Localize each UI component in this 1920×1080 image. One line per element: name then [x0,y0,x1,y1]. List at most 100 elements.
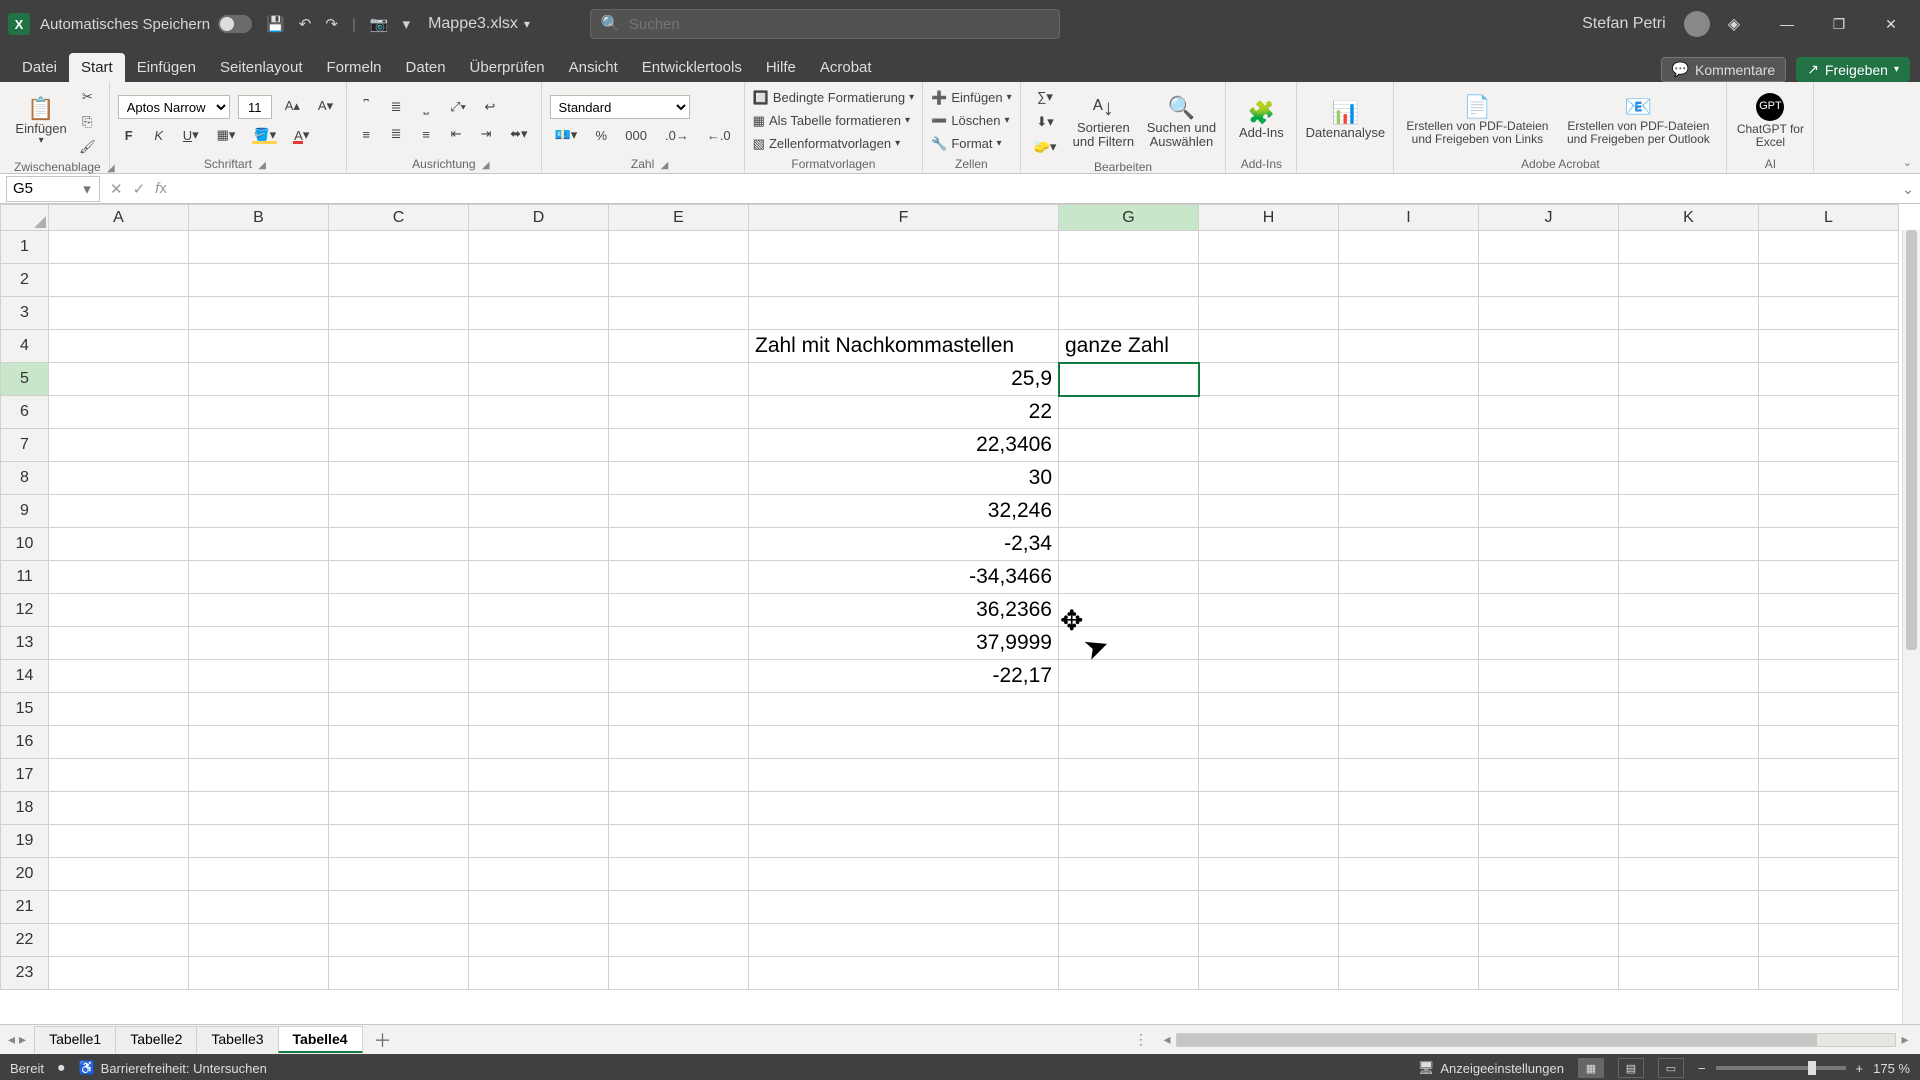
cell-A16[interactable] [49,726,189,759]
cell-E2[interactable] [609,264,749,297]
cell-I2[interactable] [1339,264,1479,297]
menu-tab-seitenlayout[interactable]: Seitenlayout [208,53,315,82]
cell-L1[interactable] [1759,231,1899,264]
cell-I21[interactable] [1339,891,1479,924]
cell-E15[interactable] [609,693,749,726]
cell-I15[interactable] [1339,693,1479,726]
font-family-select[interactable]: Aptos Narrow [118,95,230,119]
font-color-button[interactable]: A▾ [289,124,314,146]
cell-F6[interactable]: 22 [749,396,1059,429]
row-header-1[interactable]: 1 [1,231,49,264]
col-header-I[interactable]: I [1339,205,1479,231]
cell-C12[interactable] [329,594,469,627]
cell-J15[interactable] [1479,693,1619,726]
cell-B17[interactable] [189,759,329,792]
camera-icon[interactable]: 📷 [370,15,389,33]
zoom-thumb[interactable] [1808,1061,1816,1075]
cut-button[interactable]: ✂ [74,86,101,108]
col-header-K[interactable]: K [1619,205,1759,231]
menu-tab-daten[interactable]: Daten [394,53,458,82]
cell-D5[interactable] [469,363,609,396]
cell-J10[interactable] [1479,528,1619,561]
cell-J18[interactable] [1479,792,1619,825]
cell-F17[interactable] [749,759,1059,792]
cell-D15[interactable] [469,693,609,726]
cell-G19[interactable] [1059,825,1199,858]
addins-button[interactable]: 🧩 Add-Ins [1234,88,1288,154]
cell-K4[interactable] [1619,330,1759,363]
cell-E4[interactable] [609,330,749,363]
cell-F4[interactable]: Zahl mit Nachkommastellen [749,330,1059,363]
cell-E22[interactable] [609,924,749,957]
cell-H8[interactable] [1199,462,1339,495]
cell-C1[interactable] [329,231,469,264]
cell-L15[interactable] [1759,693,1899,726]
chatgpt-button[interactable]: GPT ChatGPT for Excel [1735,88,1805,154]
cell-L8[interactable] [1759,462,1899,495]
cell-D8[interactable] [469,462,609,495]
cell-A22[interactable] [49,924,189,957]
cell-L16[interactable] [1759,726,1899,759]
cell-F13[interactable]: 37,9999 [749,627,1059,660]
cell-D3[interactable] [469,297,609,330]
cell-D7[interactable] [469,429,609,462]
cell-C22[interactable] [329,924,469,957]
cell-D11[interactable] [469,561,609,594]
cell-L9[interactable] [1759,495,1899,528]
cell-F12[interactable]: 36,2366 [749,594,1059,627]
search-box[interactable]: 🔍 [590,9,1060,39]
col-header-F[interactable]: F [749,205,1059,231]
cell-A12[interactable] [49,594,189,627]
cell-L5[interactable] [1759,363,1899,396]
col-header-G[interactable]: G [1059,205,1199,231]
cell-A4[interactable] [49,330,189,363]
orientation-button[interactable]: ⤢▾ [445,96,471,118]
col-header-E[interactable]: E [609,205,749,231]
data-analysis-button[interactable]: 📊 Datenanalyse [1305,88,1385,154]
cell-J16[interactable] [1479,726,1619,759]
cell-E12[interactable] [609,594,749,627]
cell-C9[interactable] [329,495,469,528]
cell-B9[interactable] [189,495,329,528]
cell-J9[interactable] [1479,495,1619,528]
cell-F23[interactable] [749,957,1059,990]
cell-I1[interactable] [1339,231,1479,264]
cell-L6[interactable] [1759,396,1899,429]
cell-H9[interactable] [1199,495,1339,528]
cell-H21[interactable] [1199,891,1339,924]
underline-button[interactable]: U▾ [178,124,204,146]
sheet-nav-prev[interactable]: ◂ [8,1031,15,1048]
cell-H15[interactable] [1199,693,1339,726]
cell-G9[interactable] [1059,495,1199,528]
cell-H2[interactable] [1199,264,1339,297]
three-dots-icon[interactable]: ⋮ [1134,1031,1148,1048]
cell-G11[interactable] [1059,561,1199,594]
cell-H6[interactable] [1199,396,1339,429]
cell-H3[interactable] [1199,297,1339,330]
cell-L21[interactable] [1759,891,1899,924]
fill-color-button[interactable]: 🪣▾ [248,124,281,146]
cell-J14[interactable] [1479,660,1619,693]
cell-L11[interactable] [1759,561,1899,594]
row-header-5[interactable]: 5 [1,363,49,396]
cell-J4[interactable] [1479,330,1619,363]
align-right-button[interactable]: ≡ [415,123,437,145]
cell-J8[interactable] [1479,462,1619,495]
autosave-toggle[interactable] [218,15,252,33]
cell-K7[interactable] [1619,429,1759,462]
sheet-tab-tabelle2[interactable]: Tabelle2 [115,1026,197,1053]
cell-B21[interactable] [189,891,329,924]
cell-D2[interactable] [469,264,609,297]
cell-F14[interactable]: -22,17 [749,660,1059,693]
col-header-L[interactable]: L [1759,205,1899,231]
cell-I5[interactable] [1339,363,1479,396]
align-bottom-button[interactable]: ⎵ [415,96,437,118]
sheet-tab-tabelle4[interactable]: Tabelle4 [278,1026,363,1053]
row-header-14[interactable]: 14 [1,660,49,693]
cell-A1[interactable] [49,231,189,264]
cell-L7[interactable] [1759,429,1899,462]
sheet-tab-tabelle3[interactable]: Tabelle3 [196,1026,278,1053]
fx-icon[interactable]: fx [155,180,167,197]
cell-K16[interactable] [1619,726,1759,759]
cell-H23[interactable] [1199,957,1339,990]
